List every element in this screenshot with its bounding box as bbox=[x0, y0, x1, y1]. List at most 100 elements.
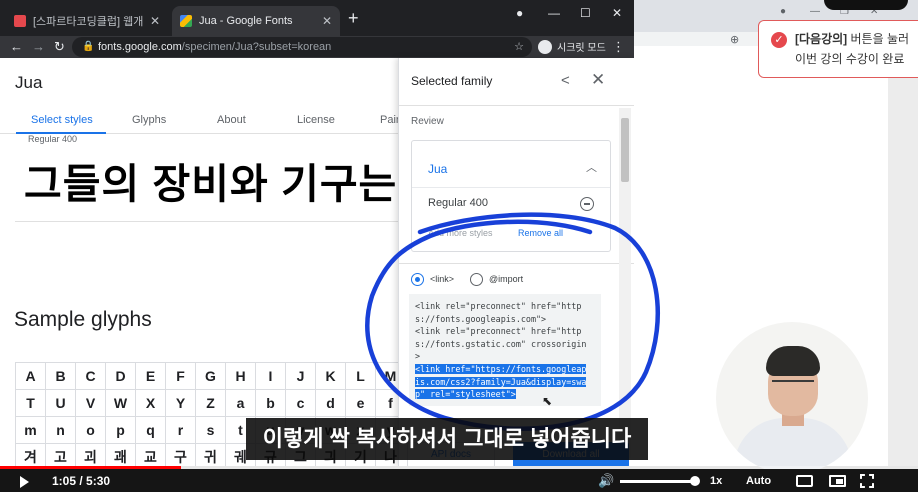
glyph-cell[interactable]: 겨 bbox=[15, 443, 46, 466]
play-icon[interactable] bbox=[20, 476, 29, 488]
glyph-cell[interactable]: b bbox=[255, 389, 286, 417]
bg-minimize-icon[interactable]: — bbox=[810, 6, 820, 17]
glyph-cell[interactable]: X bbox=[135, 389, 166, 417]
zoom-icon[interactable]: ⊕ bbox=[730, 33, 739, 46]
glyph-cell[interactable]: n bbox=[45, 416, 76, 444]
incognito-icon bbox=[538, 39, 552, 54]
glyph-cell[interactable]: m bbox=[15, 416, 46, 444]
bookmark-star-icon[interactable]: ☆ bbox=[514, 37, 524, 57]
family-name[interactable]: Jua bbox=[428, 162, 447, 176]
glyph-cell[interactable]: q bbox=[135, 416, 166, 444]
glyph-cell[interactable]: W bbox=[105, 389, 136, 417]
glyph-cell[interactable]: B bbox=[45, 362, 76, 390]
review-label: Review bbox=[411, 116, 444, 127]
tab-search-icon[interactable]: ● bbox=[516, 6, 523, 20]
quality-setting[interactable]: Auto bbox=[746, 475, 771, 487]
glyph-cell[interactable]: r bbox=[165, 416, 196, 444]
tab-sparta[interactable]: [스파르타코딩클럽] 웹개발 종합 ✕ bbox=[6, 6, 168, 36]
glyph-cell[interactable]: e bbox=[345, 389, 376, 417]
glyph-cell[interactable]: K bbox=[315, 362, 346, 390]
glyph-cell[interactable]: Z bbox=[195, 389, 226, 417]
sparta-favicon-icon bbox=[14, 15, 26, 27]
forward-icon[interactable]: → bbox=[32, 39, 45, 55]
glyph-cell[interactable]: U bbox=[45, 389, 76, 417]
playback-speed[interactable]: 1x bbox=[710, 475, 722, 487]
glyph-cell[interactable]: A bbox=[15, 362, 46, 390]
glyph-cell[interactable]: J bbox=[285, 362, 316, 390]
glyph-cell[interactable]: F bbox=[165, 362, 196, 390]
radio-link[interactable] bbox=[411, 273, 424, 286]
minimize-icon[interactable]: — bbox=[548, 6, 560, 20]
glyph-cell[interactable]: 고 bbox=[45, 443, 76, 466]
glyph-cell[interactable]: 교 bbox=[135, 443, 166, 466]
notice-text-2: 이번 강의 수강이 완료 bbox=[795, 52, 905, 66]
code-line-row: p" rel="stylesheet"> bbox=[415, 388, 595, 401]
remove-all-link[interactable]: Remove all bbox=[518, 228, 563, 238]
glyph-cell[interactable]: I bbox=[255, 362, 286, 390]
fullscreen-icon[interactable] bbox=[860, 474, 874, 488]
remove-style-icon[interactable] bbox=[580, 197, 594, 211]
close-tab-icon[interactable]: ✕ bbox=[322, 14, 332, 28]
volume-knob[interactable] bbox=[690, 476, 700, 486]
url-path: /specimen/Jua?subset=korean bbox=[181, 41, 332, 53]
google-fonts-favicon-icon bbox=[180, 15, 192, 27]
tab-label: [스파르타코딩클럽] 웹개발 종합 bbox=[33, 16, 144, 28]
code-line: is.com/css2?family=Jua&display=swa bbox=[415, 376, 587, 387]
glyph-cell[interactable]: C bbox=[75, 362, 106, 390]
maximize-icon[interactable]: ☐ bbox=[580, 6, 591, 20]
glyph-cell[interactable]: H bbox=[225, 362, 256, 390]
glyph-cell[interactable]: L bbox=[345, 362, 376, 390]
chevron-up-icon[interactable]: ︿ bbox=[586, 159, 597, 175]
glyph-cell[interactable]: a bbox=[225, 389, 256, 417]
glyph-cell[interactable]: 구 bbox=[165, 443, 196, 466]
divider bbox=[15, 221, 400, 222]
back-icon[interactable]: ← bbox=[10, 39, 23, 55]
add-more-styles-link[interactable]: Add more styles bbox=[428, 228, 493, 238]
captions-icon[interactable] bbox=[796, 475, 813, 487]
tab-google-fonts[interactable]: Jua - Google Fonts ✕ bbox=[172, 6, 340, 36]
share-icon[interactable]: < bbox=[561, 72, 570, 89]
glyph-cell[interactable]: 귀 bbox=[195, 443, 226, 466]
notice-text-1: 버튼을 눌러 bbox=[847, 32, 910, 46]
glyph-cell[interactable]: s bbox=[195, 416, 226, 444]
close-window-icon[interactable]: ✕ bbox=[612, 6, 622, 20]
embed-code-box[interactable]: <link rel="preconnect" href="http s://fon… bbox=[409, 294, 601, 406]
glyph-cell[interactable]: E bbox=[135, 362, 166, 390]
volume-icon[interactable]: 🔊 bbox=[598, 473, 614, 489]
glyph-cell[interactable]: D bbox=[105, 362, 136, 390]
bg-tab-search-icon[interactable]: ● bbox=[780, 6, 786, 17]
volume-slider[interactable] bbox=[620, 480, 692, 483]
glyph-cell[interactable]: Y bbox=[165, 389, 196, 417]
tab-select-styles[interactable]: Select styles bbox=[31, 114, 93, 126]
close-tab-icon[interactable]: ✕ bbox=[150, 14, 160, 28]
glyph-cell[interactable]: 괴 bbox=[75, 443, 106, 466]
glyph-cell[interactable]: 괘 bbox=[105, 443, 136, 466]
glyph-cell[interactable]: d bbox=[315, 389, 346, 417]
reload-icon[interactable]: ↻ bbox=[54, 39, 65, 55]
glyph-cell[interactable]: c bbox=[285, 389, 316, 417]
browser-menu-icon[interactable]: ⋮ bbox=[612, 39, 625, 55]
glyph-cell[interactable]: V bbox=[75, 389, 106, 417]
close-icon[interactable]: ✕ bbox=[591, 70, 605, 90]
picture-in-picture-icon[interactable] bbox=[829, 475, 846, 487]
selected-family-panel: Selected family < ✕ Review Jua ︿ Regular… bbox=[398, 58, 634, 466]
current-time: 1:05 bbox=[52, 474, 77, 488]
font-specimen-text[interactable]: 그들의 장비와 기구는 bbox=[24, 150, 397, 210]
radio-import[interactable] bbox=[470, 273, 483, 286]
panel-scrollbar-thumb[interactable] bbox=[621, 118, 629, 182]
glyph-cell[interactable]: T bbox=[15, 389, 46, 417]
tab-glyphs[interactable]: Glyphs bbox=[132, 114, 166, 126]
url-host: fonts.google.com bbox=[98, 41, 182, 53]
new-tab-icon[interactable]: + bbox=[348, 9, 359, 27]
tab-about[interactable]: About bbox=[217, 114, 246, 126]
glyph-cell[interactable]: G bbox=[195, 362, 226, 390]
notice-bold: [다음강의] bbox=[795, 32, 848, 46]
code-line-row: <link rel="preconnect" href="http bbox=[415, 300, 595, 313]
glyph-cell[interactable]: o bbox=[75, 416, 106, 444]
glyph-cell[interactable]: p bbox=[105, 416, 136, 444]
tab-license[interactable]: License bbox=[297, 114, 335, 126]
address-bar[interactable]: 🔒 fonts.google.com/specimen/Jua?subset=k… bbox=[72, 37, 532, 57]
code-line: s://fonts.googleapis.com"> bbox=[415, 313, 547, 324]
lock-icon: 🔒 bbox=[82, 41, 95, 52]
incognito-indicator[interactable]: 시크릿 모드 bbox=[538, 39, 606, 54]
